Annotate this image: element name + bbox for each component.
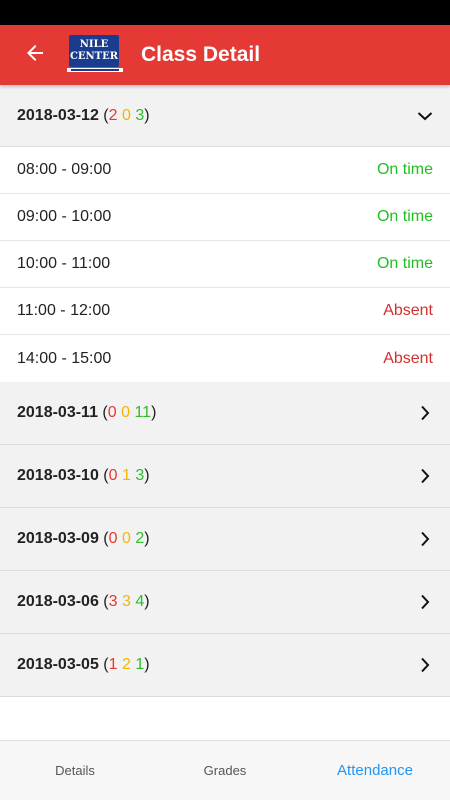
day-label: 2018-03-09 (0 0 2) [17,530,150,548]
day-header-2018-03-11[interactable]: 2018-03-11 (0 0 11) [0,382,450,445]
day-label: 2018-03-06 (3 3 4) [17,593,150,611]
bottom-nav: Details Grades Attendance [0,740,450,800]
tab-details[interactable]: Details [0,741,150,800]
slot-time: 11:00 - 12:00 [17,302,111,319]
day-label: 2018-03-10 (0 1 3) [17,467,150,485]
slot-time: 14:00 - 15:00 [17,349,112,367]
back-button[interactable] [10,25,60,85]
chevron-right-icon [417,657,433,673]
nile-center-logo: NILE CENTER [67,35,123,75]
day-slots: 08:00 - 09:00 On time 09:00 - 10:00 On t… [0,147,450,382]
late-count: 2 [108,106,118,124]
tab-grades[interactable]: Grades [150,741,300,800]
slot-row: 11:00 - 12:00 Absent [0,288,450,335]
day-label: 2018-03-05 (1 2 1) [17,656,150,674]
slot-row: 09:00 - 10:00 On time [0,194,450,241]
excused-count: 3 [121,593,131,610]
day-counts: (1 2 1) [103,656,150,673]
day-date: 2018-03-09 [17,530,99,547]
app-bar: NILE CENTER Class Detail [0,25,450,85]
day-header-2018-03-10[interactable]: 2018-03-10 (0 1 3) [0,445,450,508]
day-counts: (0 1 3) [103,467,150,484]
day-header-2018-03-05[interactable]: 2018-03-05 (1 2 1) [0,634,450,697]
day-date: 2018-03-05 [17,656,99,673]
excused-count: 1 [121,467,131,484]
day-label: 2018-03-12 (2 0 3) [17,107,150,125]
slot-time: 08:00 - 09:00 [17,161,112,178]
late-count: 0 [107,404,117,421]
day-counts: (0 0 2) [103,530,150,547]
chevron-right-icon [417,531,433,547]
present-count: 11 [134,404,152,421]
day-counts: (0 0 11) [102,404,157,421]
slot-status: On time [376,255,433,272]
day-counts: (3 3 4) [103,593,150,610]
slot-status: On time [376,161,433,178]
late-count: 3 [108,593,118,610]
day-label: 2018-03-11 (0 0 11) [17,404,156,422]
late-count: 1 [108,656,118,673]
day-header-2018-03-06[interactable]: 2018-03-06 (3 3 4) [0,571,450,634]
chevron-right-icon [417,594,433,610]
slot-time: 09:00 - 10:00 [17,208,112,225]
excused-count: 2 [121,656,131,673]
chevron-right-icon [417,405,433,421]
page-title: Class Detail [141,43,261,66]
day-counts: (2 0 3) [103,106,150,124]
day-header-2018-03-12[interactable]: 2018-03-12 (2 0 3) [0,85,450,147]
slot-row: 10:00 - 11:00 On time [0,241,450,288]
excused-count: 0 [121,106,131,124]
chevron-down-icon [417,108,433,124]
slot-status: Absent [383,349,433,367]
slot-row: 14:00 - 15:00 Absent [0,335,450,382]
excused-count: 0 [121,404,131,421]
day-date: 2018-03-06 [17,593,99,610]
slot-status: Absent [383,302,433,319]
present-count: 3 [135,106,145,124]
present-count: 4 [135,593,145,610]
status-bar [0,0,450,25]
slot-row: 08:00 - 09:00 On time [0,147,450,194]
slot-status: On time [376,208,433,225]
day-date: 2018-03-10 [17,467,99,484]
day-date: 2018-03-11 [17,404,98,421]
attendance-list: 2018-03-12 (2 0 3) 08:00 - 09:00 On time… [0,85,450,740]
chevron-right-icon [417,468,433,484]
late-count: 0 [108,530,118,547]
excused-count: 0 [121,530,131,547]
arrow-left-icon [23,41,47,70]
tab-attendance[interactable]: Attendance [300,741,450,800]
present-count: 1 [135,656,145,673]
present-count: 3 [135,467,145,484]
day-date: 2018-03-12 [17,106,99,124]
slot-time: 10:00 - 11:00 [17,255,111,272]
day-header-2018-03-09[interactable]: 2018-03-09 (0 0 2) [0,508,450,571]
late-count: 0 [108,467,118,484]
present-count: 2 [135,530,145,547]
